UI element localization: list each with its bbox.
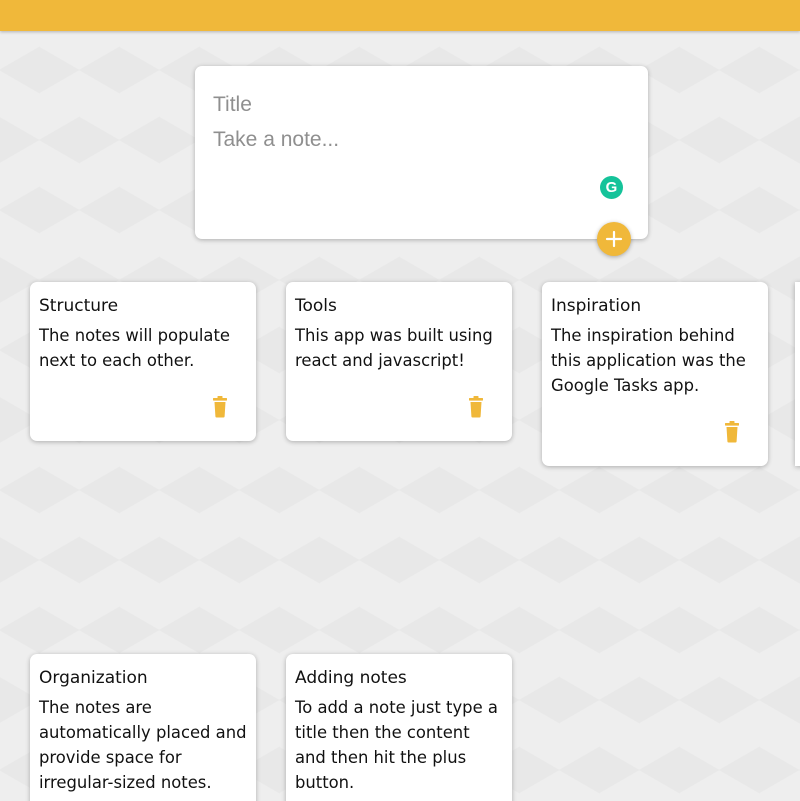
delete-note-button[interactable] (209, 395, 231, 419)
note-title: Organization (39, 668, 148, 688)
note-title-input[interactable] (213, 91, 613, 119)
trash-icon (213, 396, 227, 418)
header-bar (0, 0, 800, 31)
note-content: The inspiration behind this application … (551, 326, 746, 395)
note-card-partial (795, 282, 800, 466)
trash-icon (469, 396, 483, 418)
trash-icon (725, 421, 739, 443)
note-content: The notes will populate next to each oth… (39, 326, 230, 370)
note-card: Adding notes To add a note just type a t… (286, 654, 512, 801)
note-card: Structure The notes will populate next t… (30, 282, 256, 441)
note-title: Adding notes (295, 668, 407, 688)
add-note-button[interactable] (597, 222, 631, 256)
delete-note-button[interactable] (721, 420, 743, 444)
note-card: Tools This app was built using react and… (286, 282, 512, 441)
note-card: Organization The notes are automatically… (30, 654, 256, 801)
delete-note-button[interactable] (465, 395, 487, 419)
note-title: Structure (39, 296, 119, 316)
note-content-input[interactable] (213, 128, 613, 158)
note-title: Inspiration (551, 296, 642, 316)
plus-icon (605, 230, 623, 248)
create-note-form: G (195, 66, 648, 239)
note-content: The notes are automatically placed and p… (39, 698, 247, 792)
note-content: This app was built using react and javas… (295, 326, 493, 370)
grammarly-icon[interactable]: G (600, 176, 623, 199)
note-content: To add a note just type a title then the… (295, 698, 498, 792)
note-card: Inspiration The inspiration behind this … (542, 282, 768, 466)
note-title: Tools (295, 296, 337, 316)
